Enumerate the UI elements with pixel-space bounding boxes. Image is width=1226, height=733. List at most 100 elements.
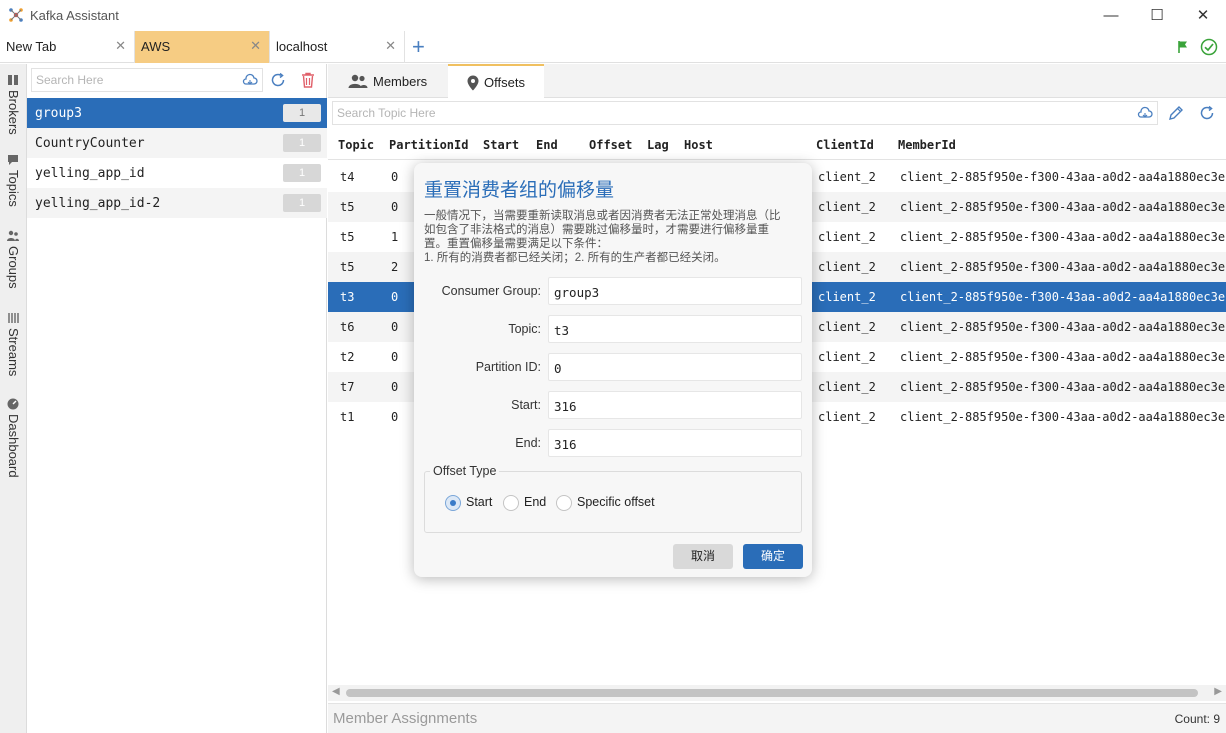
offsets-table-header: Topic PartitionId Start End Offset Lag H… [328, 130, 1226, 160]
member-count-badge: 1 [283, 104, 321, 122]
group-list-item[interactable]: CountryCounter 1 [27, 128, 327, 158]
start-value: 316 [554, 399, 577, 414]
col-topic[interactable]: Topic [338, 138, 374, 152]
horizontal-scrollbar[interactable]: ◀ ▶ [328, 685, 1226, 701]
tab-localhost[interactable]: localhost ✕ [270, 31, 405, 63]
col-end[interactable]: End [536, 138, 558, 152]
end-row: End: 316 [414, 429, 812, 457]
reset-offset-dialog: 重置消费者组的偏移量 一般情况下，当需要重新读取消息或者因消费者无法正常处理消息… [414, 163, 812, 577]
refresh-icon[interactable] [1199, 105, 1215, 121]
tab-aws[interactable]: AWS ✕ [135, 31, 270, 63]
tab-members-label: Members [373, 74, 428, 89]
cell-client-id: client_2 [818, 200, 876, 214]
group-list-item[interactable]: yelling_app_id 1 [27, 158, 327, 188]
refresh-icon[interactable] [270, 72, 286, 88]
cell-partition: 0 [391, 290, 399, 304]
edit-icon[interactable] [1168, 105, 1184, 121]
topic-row: Topic: t3 [414, 315, 812, 343]
members-icon [348, 74, 368, 88]
close-button[interactable]: ✕ [1180, 0, 1226, 31]
window-title: Kafka Assistant [30, 8, 119, 23]
radio-label: Start [466, 495, 493, 509]
topic-search-box[interactable] [332, 101, 1158, 125]
scroll-left-icon[interactable]: ◀ [332, 686, 340, 697]
col-client-id[interactable]: ClientId [816, 138, 874, 152]
radio-icon [503, 495, 519, 511]
cell-member-id: client_2-885f950e-f300-43aa-a0d2-aa4a188… [900, 260, 1226, 274]
consumer-group-label: Consumer Group: [441, 284, 541, 298]
group-search-input[interactable] [32, 69, 232, 91]
confirm-button[interactable]: 确定 [743, 544, 803, 569]
col-offset[interactable]: Offset [589, 138, 632, 152]
nav-groups-label: Groups [6, 246, 21, 289]
member-count-badge: 1 [283, 134, 321, 152]
tab-new-tab[interactable]: New Tab ✕ [0, 31, 135, 63]
title-bar: Kafka Assistant — ☐ ✕ [0, 0, 1226, 31]
connection-ok-icon [1200, 38, 1218, 56]
tab-members[interactable]: Members [328, 64, 446, 98]
cell-client-id: client_2 [818, 230, 876, 244]
tab-close-icon[interactable]: ✕ [115, 38, 126, 54]
nav-topics-label: Topics [6, 170, 21, 207]
delete-icon[interactable] [301, 72, 315, 88]
cloud-search-icon[interactable] [242, 73, 258, 87]
group-search-box[interactable] [31, 68, 263, 92]
cell-client-id: client_2 [818, 290, 876, 304]
connection-tab-strip: New Tab ✕ AWS ✕ localhost ✕ + [0, 31, 1226, 63]
tab-offsets[interactable]: Offsets [448, 64, 544, 99]
member-count-badge: 1 [283, 164, 321, 182]
topic-search-input[interactable] [333, 102, 1113, 124]
col-partition-id[interactable]: PartitionId [389, 138, 468, 152]
col-member-id[interactable]: MemberId [898, 138, 956, 152]
add-tab-button[interactable]: + [412, 34, 425, 60]
flag-icon[interactable] [1177, 40, 1189, 54]
detail-tabs: Members Offsets [328, 64, 1226, 99]
tab-offsets-label: Offsets [484, 75, 525, 90]
scrollbar-thumb[interactable] [346, 689, 1198, 697]
cell-client-id: client_2 [818, 320, 876, 334]
cell-topic: t7 [340, 380, 355, 394]
partition-value: 0 [554, 361, 562, 376]
cell-client-id: client_2 [818, 380, 876, 394]
group-name: CountryCounter [35, 136, 145, 151]
topic-field[interactable]: t3 [548, 315, 802, 343]
nav-brokers[interactable]: Brokers [0, 72, 27, 142]
minimize-button[interactable]: — [1088, 0, 1134, 31]
cell-partition: 1 [391, 230, 399, 244]
topic-value: t3 [554, 323, 570, 338]
nav-topics[interactable]: Topics [0, 152, 27, 222]
cloud-search-icon[interactable] [1137, 106, 1153, 120]
group-list-item[interactable]: group3 1 [27, 98, 327, 128]
col-start[interactable]: Start [483, 138, 519, 152]
cancel-button[interactable]: 取消 [673, 544, 733, 569]
dialog-description: 一般情况下，当需要重新读取消息或者因消费者无法正常处理消息（比 如包含了非法格式… [424, 209, 800, 265]
streams-icon [8, 313, 19, 323]
start-field[interactable]: 316 [548, 391, 802, 419]
group-list-item[interactable]: yelling_app_id-2 1 [27, 188, 327, 218]
consumer-group-field[interactable]: group3 [548, 277, 802, 305]
tab-close-icon[interactable]: ✕ [385, 38, 396, 54]
nav-streams-label: Streams [6, 328, 21, 377]
partition-field[interactable]: 0 [548, 353, 802, 381]
nav-streams[interactable]: Streams [0, 310, 27, 388]
cell-member-id: client_2-885f950e-f300-43aa-a0d2-aa4a188… [900, 170, 1226, 184]
cell-partition: 0 [391, 410, 399, 424]
cell-client-id: client_2 [818, 260, 876, 274]
topics-icon [8, 155, 18, 165]
row-count: Count: 9 [1174, 712, 1220, 726]
status-title: Member Assignments [333, 710, 478, 727]
maximize-button[interactable]: ☐ [1134, 0, 1180, 31]
nav-dashboard[interactable]: Dashboard [0, 396, 27, 481]
tab-close-icon[interactable]: ✕ [250, 38, 261, 54]
member-count-badge: 1 [283, 194, 321, 212]
col-host[interactable]: Host [684, 138, 713, 152]
nav-dashboard-label: Dashboard [6, 414, 21, 478]
consumer-group-row: Consumer Group: group3 [414, 277, 812, 305]
col-lag[interactable]: Lag [647, 138, 669, 152]
scroll-right-icon[interactable]: ▶ [1214, 686, 1222, 697]
tab-label: localhost [276, 39, 328, 54]
cell-client-id: client_2 [818, 410, 876, 424]
nav-groups[interactable]: Groups [0, 228, 27, 300]
cell-topic: t5 [340, 230, 355, 244]
end-field[interactable]: 316 [548, 429, 802, 457]
